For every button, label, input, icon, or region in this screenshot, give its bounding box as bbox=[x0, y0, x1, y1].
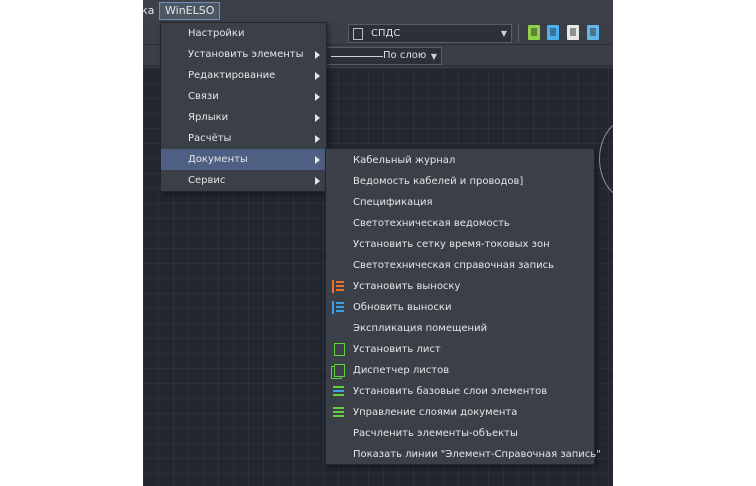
menu-item-label: Ведомость кабелей и проводов] bbox=[353, 176, 524, 187]
menu-item-label: Управление слоями документа bbox=[353, 407, 518, 418]
menu-item-service[interactable]: Сервис bbox=[161, 170, 326, 191]
linetype-combo-value: По слою bbox=[383, 50, 427, 61]
submenu-arrow-icon bbox=[315, 177, 320, 185]
line-sample bbox=[331, 56, 383, 57]
menu-item-label: Светотехническая ведомость bbox=[353, 218, 510, 229]
submenu-arrow-icon bbox=[315, 156, 320, 164]
menu-item-label: Сервис bbox=[188, 175, 226, 186]
menu-item-label: Диспетчер листов bbox=[353, 365, 450, 376]
menu-item-label: Расчёты bbox=[188, 133, 232, 144]
menu-item-install-elements[interactable]: Установить элементы bbox=[161, 44, 326, 65]
linetype-combo[interactable]: По слою ▼ bbox=[326, 47, 442, 65]
submenu-item-show-lines[interactable]: Показать линии "Элемент-Справочная запис… bbox=[326, 444, 601, 465]
menu-item-labels[interactable]: Ярлыки bbox=[161, 107, 326, 128]
submenu-item-specification[interactable]: Спецификация bbox=[326, 192, 594, 213]
menubar-item-winelso[interactable]: WinELSO bbox=[159, 2, 221, 20]
menu-item-label: Установить выноску bbox=[353, 281, 461, 292]
menu-item-label: Светотехническая справочная запись bbox=[353, 260, 554, 271]
submenu-arrow-icon bbox=[315, 114, 320, 122]
menu-item-label: Обновить выноски bbox=[353, 302, 452, 313]
submenu-arrow-icon bbox=[315, 93, 320, 101]
submenu-item-layer-management[interactable]: Управление слоями документа bbox=[326, 402, 594, 423]
menu-item-label: Ярлыки bbox=[188, 112, 229, 123]
documents-submenu: Кабельный журнал Ведомость кабелей и про… bbox=[325, 148, 601, 465]
menu-item-editing[interactable]: Редактирование bbox=[161, 65, 326, 86]
menu-bar: ка WinELSO bbox=[143, 0, 613, 23]
menu-item-label: Спецификация bbox=[353, 197, 433, 208]
menu-item-label: Расчленить элементы-объекты bbox=[353, 428, 518, 439]
toolbar-separator bbox=[518, 24, 519, 42]
submenu-item-set-sheet[interactable]: Установить лист bbox=[326, 339, 594, 360]
submenu-item-cable-list[interactable]: Ведомость кабелей и проводов] bbox=[326, 171, 594, 192]
menu-item-label: Редактирование bbox=[188, 70, 276, 81]
sheet-icon bbox=[334, 343, 345, 356]
menu-item-label: Экспликация помещений bbox=[353, 323, 488, 334]
menu-item-label: Установить элементы bbox=[188, 49, 304, 60]
menu-item-label: Показать линии "Элемент-Справочная запис… bbox=[353, 449, 601, 460]
sheets-manager-icon bbox=[334, 364, 345, 377]
base-layers-icon bbox=[332, 385, 345, 396]
menu-item-label: Настройки bbox=[188, 28, 245, 39]
tool-green-doc-icon[interactable] bbox=[528, 25, 540, 40]
submenu-item-cable-journal[interactable]: Кабельный журнал bbox=[326, 150, 594, 171]
menu-item-label: Кабельный журнал bbox=[353, 155, 456, 166]
chevron-down-icon: ▼ bbox=[430, 52, 437, 61]
menu-item-label: Установить базовые слои элементов bbox=[353, 386, 548, 397]
menubar-item-prev[interactable]: ка bbox=[143, 3, 158, 19]
menu-item-links[interactable]: Связи bbox=[161, 86, 326, 107]
submenu-item-time-current-grid[interactable]: Установить сетку время-токовых зон bbox=[326, 234, 594, 255]
leader-orange-icon bbox=[332, 280, 347, 293]
submenu-item-sheet-manager[interactable]: Диспетчер листов bbox=[326, 360, 594, 381]
menu-item-documents[interactable]: Документы bbox=[161, 149, 326, 170]
winelso-menu: Настройки Установить элементы Редактиров… bbox=[160, 22, 327, 192]
submenu-arrow-icon bbox=[315, 135, 320, 143]
submenu-item-update-leaders[interactable]: Обновить выноски bbox=[326, 297, 594, 318]
tool-white-doc-icon[interactable] bbox=[567, 25, 579, 40]
submenu-arrow-icon bbox=[315, 72, 320, 80]
submenu-item-explode-elements[interactable]: Расчленить элементы-объекты bbox=[326, 423, 594, 444]
menu-item-label: Связи bbox=[188, 91, 219, 102]
submenu-item-base-layers[interactable]: Установить базовые слои элементов bbox=[326, 381, 594, 402]
menu-item-calculations[interactable]: Расчёты bbox=[161, 128, 326, 149]
menu-item-label: Документы bbox=[188, 154, 248, 165]
submenu-item-set-leader[interactable]: Установить выноску bbox=[326, 276, 594, 297]
menu-item-settings[interactable]: Настройки bbox=[161, 23, 326, 44]
tool-blue-doc-icon[interactable] bbox=[547, 25, 559, 40]
leader-blue-icon bbox=[332, 301, 347, 314]
submenu-arrow-icon bbox=[315, 51, 320, 59]
layers-manager-icon bbox=[332, 406, 345, 417]
style-combo[interactable]: СПДС ▼ bbox=[348, 24, 512, 43]
style-combo-value: СПДС bbox=[371, 28, 401, 39]
style-icon bbox=[353, 28, 363, 40]
menu-item-label: Установить лист bbox=[353, 344, 441, 355]
submenu-item-room-explication[interactable]: Экспликация помещений bbox=[326, 318, 594, 339]
tool-multi-doc-icon[interactable] bbox=[587, 25, 599, 40]
chevron-down-icon: ▼ bbox=[500, 29, 507, 38]
menu-item-label: Установить сетку время-токовых зон bbox=[353, 239, 550, 250]
submenu-item-lighting-reference[interactable]: Светотехническая справочная запись bbox=[326, 255, 594, 276]
submenu-item-lighting-list[interactable]: Светотехническая ведомость bbox=[326, 213, 594, 234]
